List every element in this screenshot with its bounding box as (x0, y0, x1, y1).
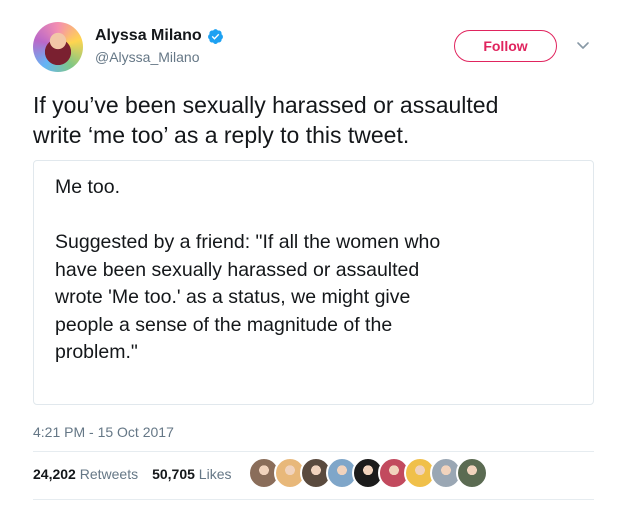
tweet-timestamp[interactable]: 4:21 PM - 15 Oct 2017 (33, 424, 174, 440)
retweets-count: 24,202 (33, 466, 76, 482)
retweets-stat[interactable]: 24,202 Retweets (33, 466, 138, 482)
author-name-row[interactable]: Alyssa Milano (95, 27, 224, 45)
tweet-text: If you’ve been sexually harassed or assa… (33, 92, 499, 148)
quoted-content-card: Me too. Suggested by a friend: "If all t… (33, 160, 594, 405)
author-handle[interactable]: @Alyssa_Milano (95, 49, 199, 65)
likes-stat[interactable]: 50,705 Likes (152, 466, 231, 482)
retweets-label: Retweets (79, 466, 139, 482)
likes-label: Likes (198, 466, 232, 482)
verified-badge-icon (207, 28, 223, 44)
tweet-header: Alyssa Milano @Alyssa_Milano Follow (0, 0, 623, 82)
follow-button[interactable]: Follow (454, 30, 557, 62)
chevron-down-icon[interactable] (575, 37, 591, 53)
tweet-stats: 24,202 Retweets 50,705 Likes (33, 466, 231, 482)
quoted-text: Me too. Suggested by a friend: "If all t… (55, 176, 441, 363)
liker-avatar[interactable] (456, 457, 488, 489)
divider (33, 499, 594, 500)
divider (33, 451, 594, 452)
author-name[interactable]: Alyssa Milano (95, 27, 202, 45)
avatar[interactable] (33, 22, 83, 72)
likes-count: 50,705 (152, 466, 195, 482)
